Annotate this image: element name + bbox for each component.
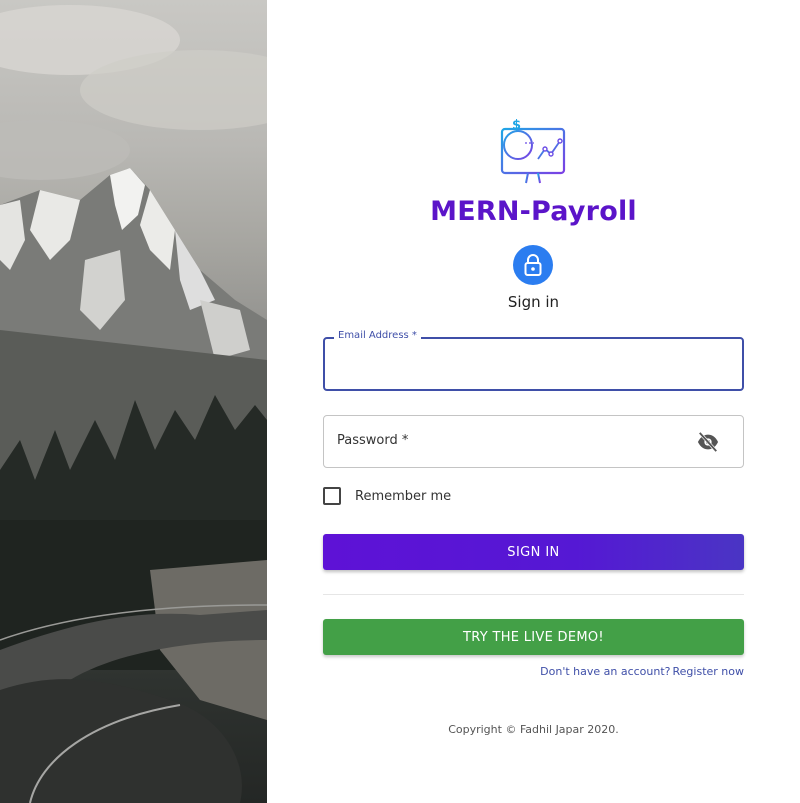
no-account-link[interactable]: Don't have an account? (540, 665, 670, 678)
app-title: MERN-Payroll (430, 196, 637, 227)
login-page: $ MERN-Payroll Sign in Email Address * P… (0, 0, 800, 803)
divider (323, 594, 744, 595)
payroll-monitor-icon: $ (498, 117, 568, 187)
email-input[interactable] (325, 339, 742, 389)
background-mountain-photo (0, 0, 267, 803)
password-field[interactable]: Password * (323, 415, 744, 468)
email-field-label: Email Address * (334, 330, 421, 341)
remember-me-row[interactable]: Remember me (323, 487, 451, 505)
password-field-label: Password * (337, 433, 409, 448)
remember-me-checkbox[interactable] (323, 487, 341, 505)
register-link[interactable]: Register now (673, 665, 744, 678)
signin-button[interactable]: SIGN IN (323, 534, 744, 570)
signin-heading: Sign in (507, 293, 560, 311)
email-field[interactable]: Email Address * (323, 330, 744, 391)
signin-panel: $ MERN-Payroll Sign in Email Address * P… (267, 0, 800, 803)
svg-text:$: $ (512, 118, 521, 133)
eye-off-icon[interactable] (697, 431, 719, 453)
live-demo-button[interactable]: TRY THE LIVE DEMO! (323, 619, 744, 655)
remember-me-label: Remember me (355, 488, 452, 504)
lock-icon (513, 245, 553, 285)
copyright-text: Copyright © Fadhil Japar 2020. (448, 723, 619, 736)
register-prompt: Don't have an account? Register now (540, 665, 744, 678)
